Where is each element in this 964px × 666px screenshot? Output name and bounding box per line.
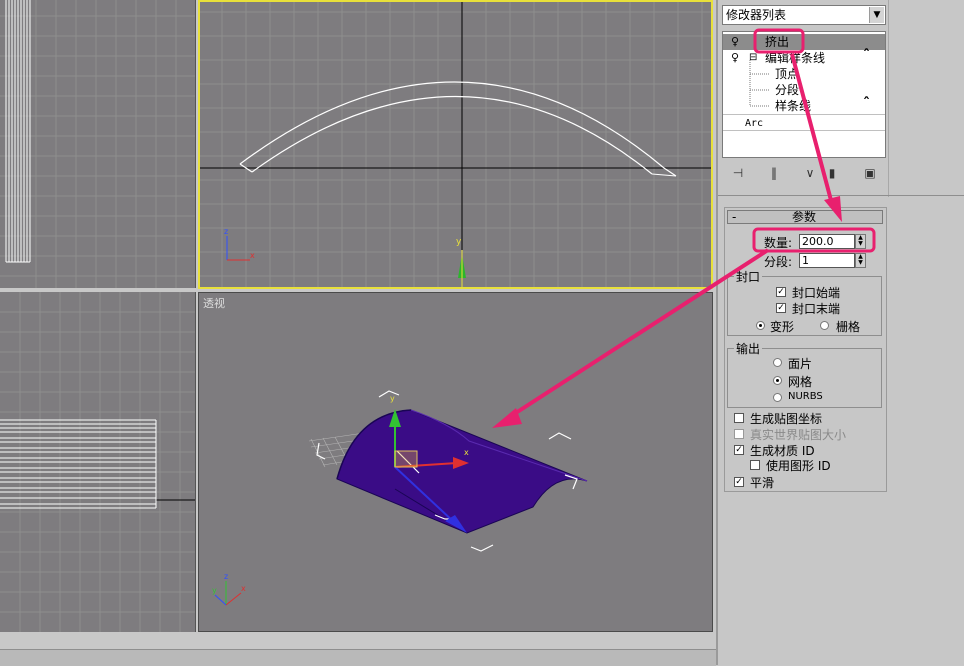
use-shape-id-checkbox[interactable] — [750, 460, 760, 470]
viewport-front[interactable]: y z x — [198, 0, 713, 289]
cap-end-checkbox[interactable]: ✓ — [776, 303, 786, 313]
make-unique-icon[interactable]: ∨ — [800, 163, 820, 183]
smooth-checkbox[interactable]: ✓ — [734, 477, 744, 487]
capping-group-label: 封口 — [734, 268, 763, 285]
amount-spinner-arrows[interactable]: ▲ ▼ — [855, 234, 866, 249]
amount-label: 数量: — [764, 236, 793, 250]
modifier-list-label: 修改器列表 — [726, 8, 787, 22]
stack-divider — [723, 130, 885, 131]
axis-x-label: x — [250, 251, 255, 260]
chevron-down-icon[interactable]: ▼ — [869, 7, 884, 23]
timeline-bar[interactable] — [0, 649, 716, 666]
gen-mapping-checkbox[interactable] — [734, 413, 744, 423]
chevron-up-icon[interactable]: ˆ — [863, 96, 870, 112]
mesh-label: 网格 — [788, 375, 813, 389]
stack-item-label: 样条线 — [775, 99, 812, 113]
mesh-radio[interactable] — [773, 376, 782, 385]
gizmo-y-label-persp: y — [390, 394, 395, 403]
cap-end-label: 封口末端 — [792, 302, 841, 316]
morph-radio[interactable] — [756, 321, 765, 330]
stack-tree-lines — [749, 60, 770, 107]
viewport-bottom-left[interactable] — [0, 292, 196, 632]
patch-radio[interactable] — [773, 358, 782, 367]
gen-mapping-label: 生成贴图坐标 — [750, 412, 823, 426]
bulb-icon[interactable]: ♀ — [731, 50, 739, 66]
persp-axis-z-label: z — [224, 572, 228, 581]
amount-input[interactable]: 200.0 — [799, 234, 855, 249]
stack-item-label: 挤出 — [765, 35, 790, 49]
grid-lines — [0, 0, 195, 288]
output-group-label: 输出 — [734, 340, 763, 357]
chevron-up-icon[interactable]: ˆ — [863, 48, 870, 64]
panel-divider — [888, 195, 964, 196]
configure-sets-icon[interactable]: ▣ — [860, 163, 880, 183]
perspective-drawing: y x z y x — [212, 390, 588, 606]
gizmo-y-label: y — [456, 237, 462, 247]
axis-z-label: z — [224, 227, 228, 236]
morph-label: 变形 — [770, 320, 795, 334]
real-world-label: 真实世界贴图大小 — [750, 428, 847, 442]
gizmo-x-label-persp: x — [464, 448, 469, 457]
persp-axis-x-label: x — [241, 584, 246, 593]
grid-lines-2 — [0, 292, 195, 632]
nurbs-radio[interactable] — [773, 393, 782, 402]
grid-label: 栅格 — [836, 320, 861, 334]
front-view-drawing: y z x — [200, 2, 711, 287]
stack-divider — [723, 114, 885, 115]
cap-start-label: 封口始端 — [792, 286, 841, 300]
panel-divider — [718, 195, 888, 196]
persp-axis-y-label: y — [212, 586, 217, 595]
modifier-list-dropdown[interactable]: 修改器列表 ▼ — [722, 5, 886, 25]
stack-item-extrude[interactable]: ♀ 挤出 — [723, 34, 885, 50]
stack-item-label: 编辑样条线 — [765, 51, 826, 65]
patch-label: 面片 — [788, 357, 813, 371]
remove-modifier-icon[interactable]: ▮ — [822, 163, 842, 183]
show-end-result-icon[interactable]: ‖ — [764, 163, 784, 183]
grid-radio[interactable] — [820, 321, 829, 330]
segments-label: 分段: — [764, 255, 793, 269]
smooth-label: 平滑 — [750, 476, 775, 490]
viewport-top-left[interactable] — [0, 0, 196, 288]
real-world-checkbox — [734, 429, 744, 439]
bulb-icon[interactable]: ♀ — [731, 34, 739, 50]
stack-item-label: 分段 — [775, 83, 800, 97]
pin-stack-icon[interactable]: ⊣ — [728, 163, 748, 183]
segments-input[interactable]: 1 — [799, 253, 855, 268]
nurbs-label: NURBS — [788, 391, 823, 402]
cap-start-checkbox[interactable]: ✓ — [776, 287, 786, 297]
gen-mat-id-checkbox[interactable]: ✓ — [734, 445, 744, 455]
viewport-perspective[interactable]: 透视 y x z y x — [198, 292, 713, 632]
use-shape-id-label: 使用图形 ID — [766, 459, 831, 473]
segments-spinner-arrows[interactable]: ▲ ▼ — [855, 253, 866, 268]
panel-right-strip — [888, 0, 964, 197]
stack-item-label: 顶点 — [775, 67, 800, 81]
